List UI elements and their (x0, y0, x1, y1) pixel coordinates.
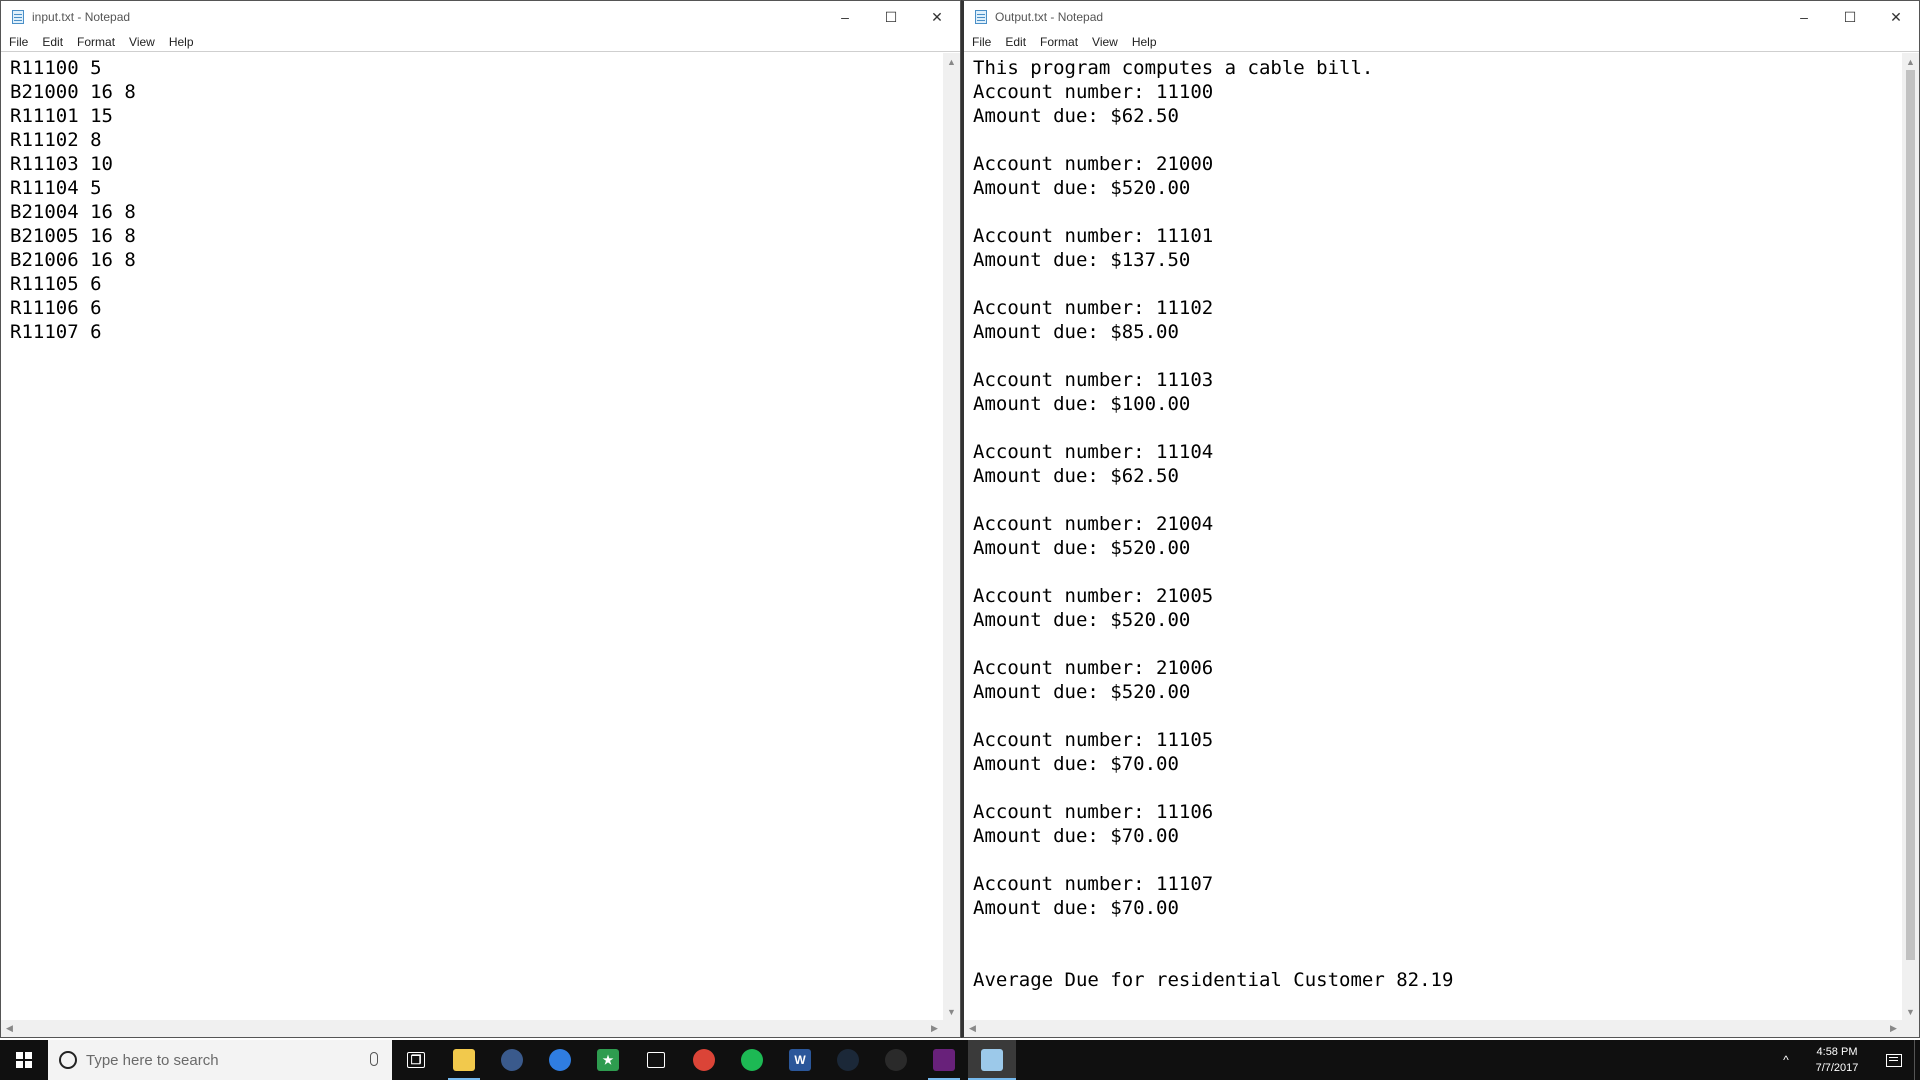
editor-area[interactable]: R11100 5 B21000 16 8 R11101 15 R11102 8 … (1, 53, 960, 1037)
cortana-icon (59, 1051, 77, 1069)
app-icon-blue-circle (549, 1049, 571, 1071)
close-button[interactable]: ✕ (1873, 1, 1919, 33)
scroll-thumb[interactable] (1906, 70, 1915, 960)
title-bar[interactable]: input.txt - Notepad – ☐ ✕ (1, 1, 960, 33)
text-content[interactable]: This program computes a cable bill. Acco… (964, 53, 1902, 1020)
scroll-up-icon[interactable]: ▲ (943, 53, 960, 70)
notepad-icon (973, 9, 989, 25)
notepad-taskbar-button[interactable] (968, 1040, 1016, 1080)
vertical-scrollbar[interactable]: ▲ ▼ (943, 53, 960, 1020)
task-view-taskbar-button[interactable]: ❐ (392, 1040, 440, 1080)
menu-help[interactable]: Help (1130, 35, 1163, 49)
obs-taskbar-button[interactable] (872, 1040, 920, 1080)
steam-icon (837, 1049, 859, 1071)
menu-edit[interactable]: Edit (1003, 35, 1032, 49)
spotify-icon (741, 1049, 763, 1071)
windows-logo-icon (16, 1052, 32, 1068)
clock-time: 4:58 PM (1816, 1046, 1858, 1058)
menu-help[interactable]: Help (167, 35, 200, 49)
system-tray: ^ 4:58 PM 7/7/2017 (1772, 1040, 1920, 1080)
app-blue-circle-taskbar-button[interactable] (536, 1040, 584, 1080)
scroll-up-icon[interactable]: ▲ (1902, 53, 1919, 70)
tray-expand-icon[interactable]: ^ (1772, 1053, 1800, 1067)
menu-view[interactable]: View (127, 35, 161, 49)
menu-file[interactable]: File (7, 35, 34, 49)
clock[interactable]: 4:58 PM 7/7/2017 (1800, 1044, 1874, 1076)
title-bar[interactable]: Output.txt - Notepad – ☐ ✕ (964, 1, 1919, 33)
text-content[interactable]: R11100 5 B21000 16 8 R11101 15 R11102 8 … (1, 53, 960, 1020)
task-view-icon: ❐ (407, 1052, 425, 1068)
minimize-button[interactable]: – (1781, 1, 1827, 33)
app-blue-swirl-taskbar-button[interactable] (488, 1040, 536, 1080)
scroll-down-icon[interactable]: ▼ (943, 1003, 960, 1020)
visual-studio-taskbar-button[interactable] (920, 1040, 968, 1080)
resize-grip[interactable] (1902, 1020, 1919, 1037)
scroll-right-icon[interactable]: ▶ (1885, 1020, 1902, 1037)
menu-edit[interactable]: Edit (40, 35, 69, 49)
taskbar-search[interactable]: Type here to search (48, 1040, 392, 1080)
minimize-button[interactable]: – (822, 1, 868, 33)
show-desktop-button[interactable] (1914, 1040, 1920, 1080)
store-icon (647, 1052, 665, 1068)
menu-view[interactable]: View (1090, 35, 1124, 49)
file-explorer-icon (453, 1049, 475, 1071)
file-explorer-taskbar-button[interactable] (440, 1040, 488, 1080)
editor-area[interactable]: This program computes a cable bill. Acco… (964, 53, 1919, 1037)
app-icon-green-star: ★ (597, 1049, 619, 1071)
maximize-button[interactable]: ☐ (1827, 1, 1873, 33)
maximize-button[interactable]: ☐ (868, 1, 914, 33)
spotify-taskbar-button[interactable] (728, 1040, 776, 1080)
resize-grip[interactable] (943, 1020, 960, 1037)
app-icon-blue-swirl (501, 1049, 523, 1071)
menu-bar: File Edit Format View Help (1, 33, 960, 52)
notepad-icon (981, 1049, 1003, 1071)
menu-format[interactable]: Format (1038, 35, 1084, 49)
scroll-right-icon[interactable]: ▶ (926, 1020, 943, 1037)
action-center-icon[interactable] (1874, 1040, 1914, 1080)
menu-file[interactable]: File (970, 35, 997, 49)
close-button[interactable]: ✕ (914, 1, 960, 33)
menu-bar: File Edit Format View Help (964, 33, 1919, 52)
scroll-left-icon[interactable]: ◀ (964, 1020, 981, 1037)
word-icon: W (789, 1049, 811, 1071)
word-taskbar-button[interactable]: W (776, 1040, 824, 1080)
horizontal-scrollbar[interactable]: ◀ ▶ (964, 1020, 1919, 1037)
scroll-left-icon[interactable]: ◀ (1, 1020, 18, 1037)
visual-studio-icon (933, 1049, 955, 1071)
steam-taskbar-button[interactable] (824, 1040, 872, 1080)
microphone-icon[interactable] (370, 1052, 378, 1066)
notepad-icon (10, 9, 26, 25)
horizontal-scrollbar[interactable]: ◀ ▶ (1, 1020, 960, 1037)
clock-date: 7/7/2017 (1815, 1062, 1859, 1074)
notepad-window-input[interactable]: input.txt - Notepad – ☐ ✕ File Edit Form… (0, 0, 961, 1038)
chrome-icon (693, 1049, 715, 1071)
store-taskbar-button[interactable] (632, 1040, 680, 1080)
vertical-scrollbar[interactable]: ▲ ▼ (1902, 53, 1919, 1020)
scroll-down-icon[interactable]: ▼ (1902, 1003, 1919, 1020)
app-green-star-taskbar-button[interactable]: ★ (584, 1040, 632, 1080)
window-title: input.txt - Notepad (32, 10, 131, 24)
taskbar: Type here to search ❐ ★ W ^ 4:58 PM 7/7/20… (0, 1040, 1920, 1080)
notepad-window-output[interactable]: Output.txt - Notepad – ☐ ✕ File Edit For… (961, 0, 1920, 1038)
chrome-taskbar-button[interactable] (680, 1040, 728, 1080)
menu-format[interactable]: Format (75, 35, 121, 49)
obs-icon (885, 1049, 907, 1071)
start-button[interactable] (0, 1040, 48, 1080)
search-placeholder: Type here to search (86, 1051, 219, 1069)
window-title: Output.txt - Notepad (995, 10, 1104, 24)
